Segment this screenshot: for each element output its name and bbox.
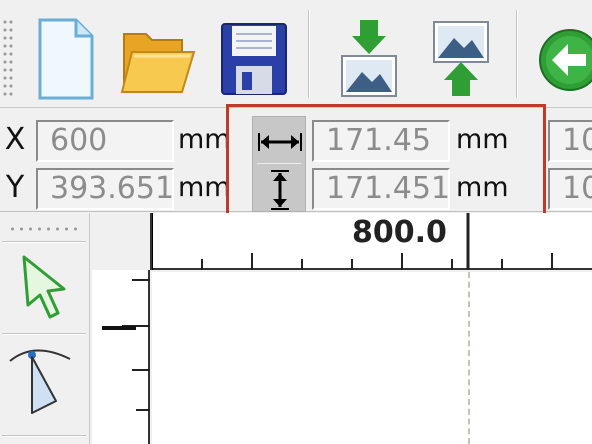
y-unit: mm (178, 172, 231, 203)
x-position-field[interactable]: 600 (36, 120, 174, 162)
ruler-ticks (152, 213, 553, 270)
scale-y-field[interactable]: 10 (548, 168, 592, 210)
drawing-canvas[interactable] (152, 272, 592, 444)
shape-tool[interactable] (4, 339, 84, 419)
back-button[interactable] (530, 8, 592, 100)
x-unit: mm (178, 124, 231, 155)
main-toolbar (0, 0, 592, 108)
new-file-icon (38, 18, 94, 100)
ruler-ticks (102, 279, 150, 411)
toolbox-divider (2, 333, 86, 335)
import-image-icon (341, 20, 397, 97)
export-button[interactable] (424, 8, 502, 100)
export-image-icon (433, 21, 489, 96)
toolbox-divider (2, 241, 86, 243)
y-label: Y (5, 170, 25, 205)
save-button[interactable] (214, 8, 294, 100)
y-position-field[interactable]: 393.651 (36, 168, 174, 210)
folder-open-icon (120, 33, 196, 93)
x-label: X (4, 122, 26, 157)
node-shape-icon (9, 349, 71, 414)
new-document-button[interactable] (26, 8, 104, 100)
toolbar-separator (516, 10, 518, 98)
toolbox (0, 213, 90, 444)
toolbar-grip[interactable] (2, 18, 14, 98)
pick-tool[interactable] (4, 247, 84, 327)
toolbox-grip[interactable] (8, 225, 78, 233)
back-arrow-icon (539, 29, 592, 91)
import-button[interactable] (330, 8, 408, 100)
horizontal-ruler[interactable]: 800.0 (150, 213, 592, 270)
open-button[interactable] (118, 8, 198, 100)
vertical-guideline[interactable] (468, 272, 470, 444)
toolbox-divider (2, 435, 86, 437)
vertical-ruler[interactable] (92, 270, 150, 444)
size-highlight-box (226, 104, 546, 224)
toolbar-separator (308, 10, 310, 98)
ruler-corner (92, 213, 150, 270)
pointer-arrow-icon (22, 255, 66, 319)
scale-x-field[interactable]: 10 (548, 120, 592, 162)
floppy-disk-icon (221, 23, 287, 95)
